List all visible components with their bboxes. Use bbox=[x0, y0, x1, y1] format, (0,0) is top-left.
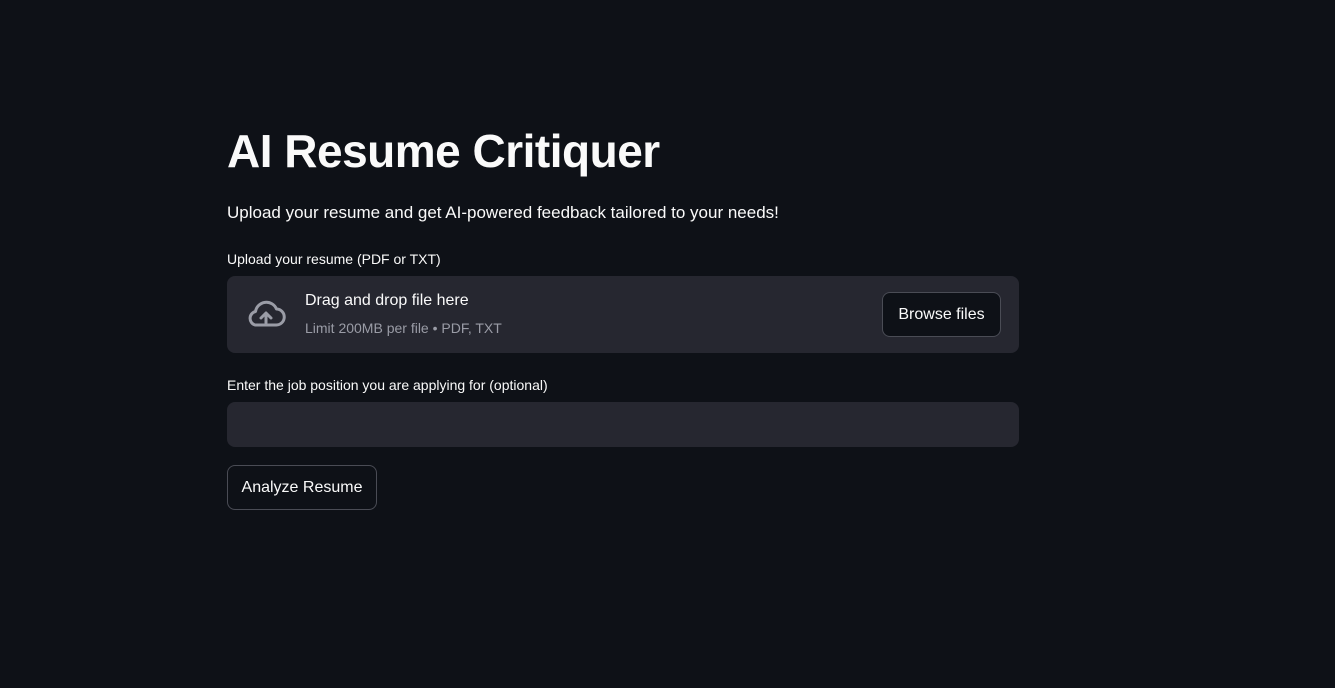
upload-label: Upload your resume (PDF or TXT) bbox=[227, 251, 441, 267]
dropzone-title: Drag and drop file here bbox=[305, 292, 469, 309]
job-position-input[interactable] bbox=[227, 402, 1019, 447]
analyze-resume-button[interactable]: Analyze Resume bbox=[227, 465, 377, 510]
cloud-upload-icon bbox=[248, 300, 286, 327]
file-dropzone[interactable]: Drag and drop file here Limit 200MB per … bbox=[227, 276, 1019, 353]
job-position-label: Enter the job position you are applying … bbox=[227, 377, 548, 393]
page-title: AI Resume Critiquer bbox=[227, 125, 660, 177]
browse-files-button[interactable]: Browse files bbox=[882, 292, 1001, 337]
dropzone-hint: Limit 200MB per file • PDF, TXT bbox=[305, 320, 502, 336]
page-subtitle: Upload your resume and get AI-powered fe… bbox=[227, 203, 779, 222]
